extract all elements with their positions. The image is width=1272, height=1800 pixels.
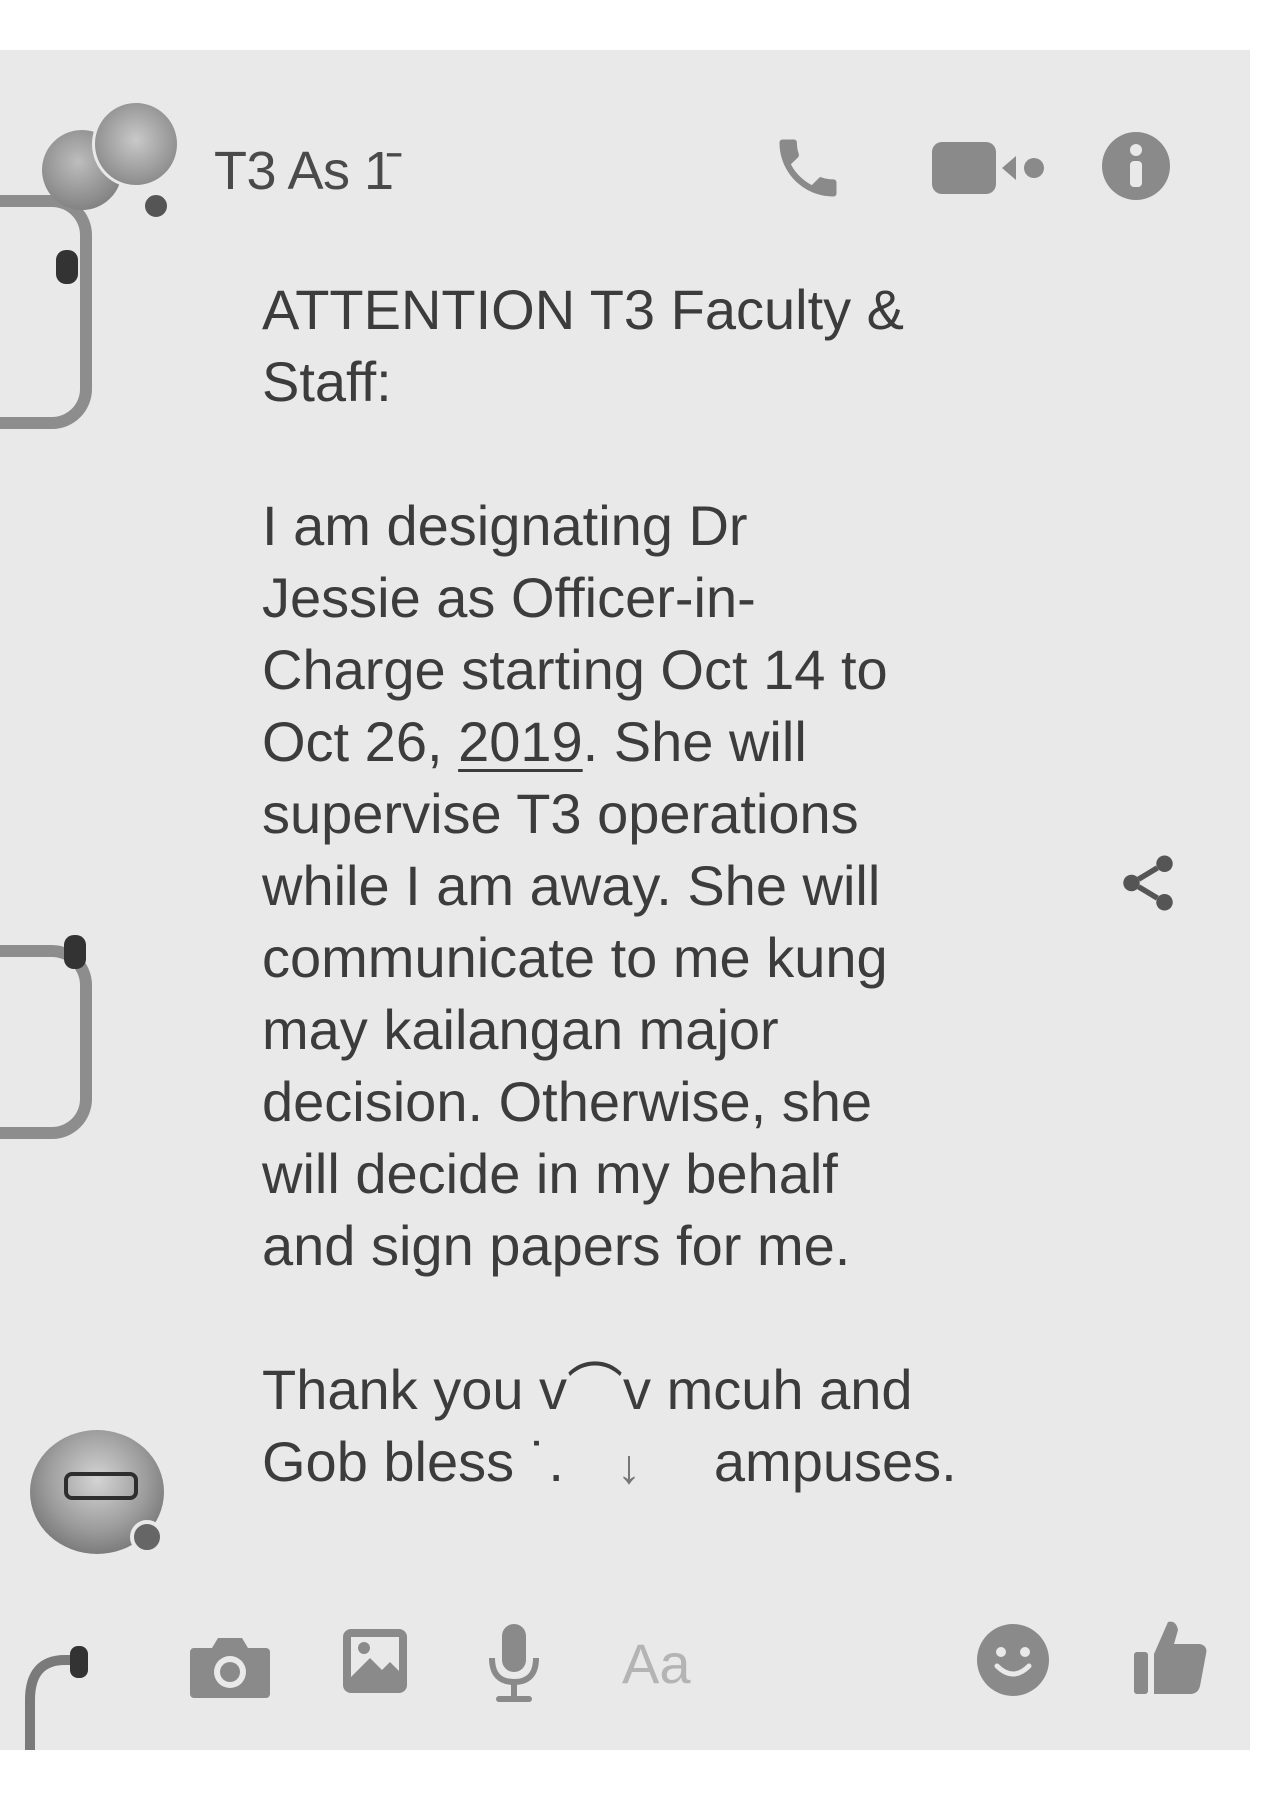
video-camera-icon[interactable] bbox=[930, 138, 1060, 198]
message-input[interactable] bbox=[622, 1628, 942, 1698]
message-line: Jessie as Officer-in- bbox=[262, 566, 756, 629]
avatar bbox=[92, 100, 180, 188]
message-line: while I am away. She will bbox=[262, 854, 881, 917]
message-line: communicate to me kung bbox=[262, 926, 888, 989]
share-icon[interactable] bbox=[1115, 850, 1181, 916]
conversation-title[interactable]: T3 As 1̄ bbox=[214, 140, 394, 202]
message-line: ATTENTION T3 Faculty & bbox=[262, 278, 905, 341]
message-line: Oct 26, 2019. She will bbox=[262, 706, 1022, 778]
page-margin bbox=[0, 1750, 1272, 1800]
like-icon[interactable] bbox=[1130, 1614, 1210, 1698]
message-line: will decide in my behalf bbox=[262, 1142, 838, 1205]
message-line: and sign papers for me. bbox=[262, 1214, 851, 1277]
online-status-dot bbox=[130, 1520, 164, 1554]
message-text: Oct 26, bbox=[262, 710, 459, 773]
camera-icon[interactable] bbox=[188, 1632, 272, 1702]
microphone-icon[interactable] bbox=[486, 1622, 542, 1706]
message-line: I am designating Dr bbox=[262, 494, 748, 557]
message-line: decision. Otherwise, she bbox=[262, 1070, 873, 1133]
message-line: may kailangan major bbox=[262, 998, 779, 1061]
scroll-down-indicator[interactable]: ↓ bbox=[617, 1440, 641, 1495]
binder-clip bbox=[25, 1646, 88, 1750]
message-line: Staff: bbox=[262, 350, 392, 413]
message-text: . She will bbox=[582, 710, 807, 773]
image-icon[interactable] bbox=[340, 1626, 410, 1696]
date-link[interactable]: 2019 bbox=[458, 710, 583, 773]
binder-ring-cap bbox=[64, 935, 86, 969]
message-text: Gob bless ˙. bbox=[262, 1430, 564, 1493]
binder-ring bbox=[0, 195, 92, 429]
message-bubble: ATTENTION T3 Faculty & Staff: I am desig… bbox=[262, 274, 1022, 1498]
message-line: supervise T3 operations bbox=[262, 782, 859, 845]
phone-icon[interactable] bbox=[770, 130, 846, 206]
group-avatar[interactable] bbox=[42, 100, 180, 220]
binder-ring-cap bbox=[56, 250, 78, 284]
emoji-icon[interactable] bbox=[975, 1622, 1051, 1698]
message-line: Thank you v⌒v mcuh and bbox=[262, 1358, 913, 1421]
message-text: ampuses. bbox=[713, 1430, 957, 1493]
binder-ring bbox=[0, 945, 92, 1139]
glasses bbox=[64, 1472, 138, 1500]
message-line: Gob bless ˙. ampuses. bbox=[262, 1426, 1022, 1498]
message-line: Charge starting Oct 14 to bbox=[262, 638, 888, 701]
online-status-dot bbox=[142, 192, 170, 220]
sender-avatar[interactable] bbox=[30, 1430, 170, 1560]
info-icon[interactable] bbox=[1100, 130, 1172, 202]
